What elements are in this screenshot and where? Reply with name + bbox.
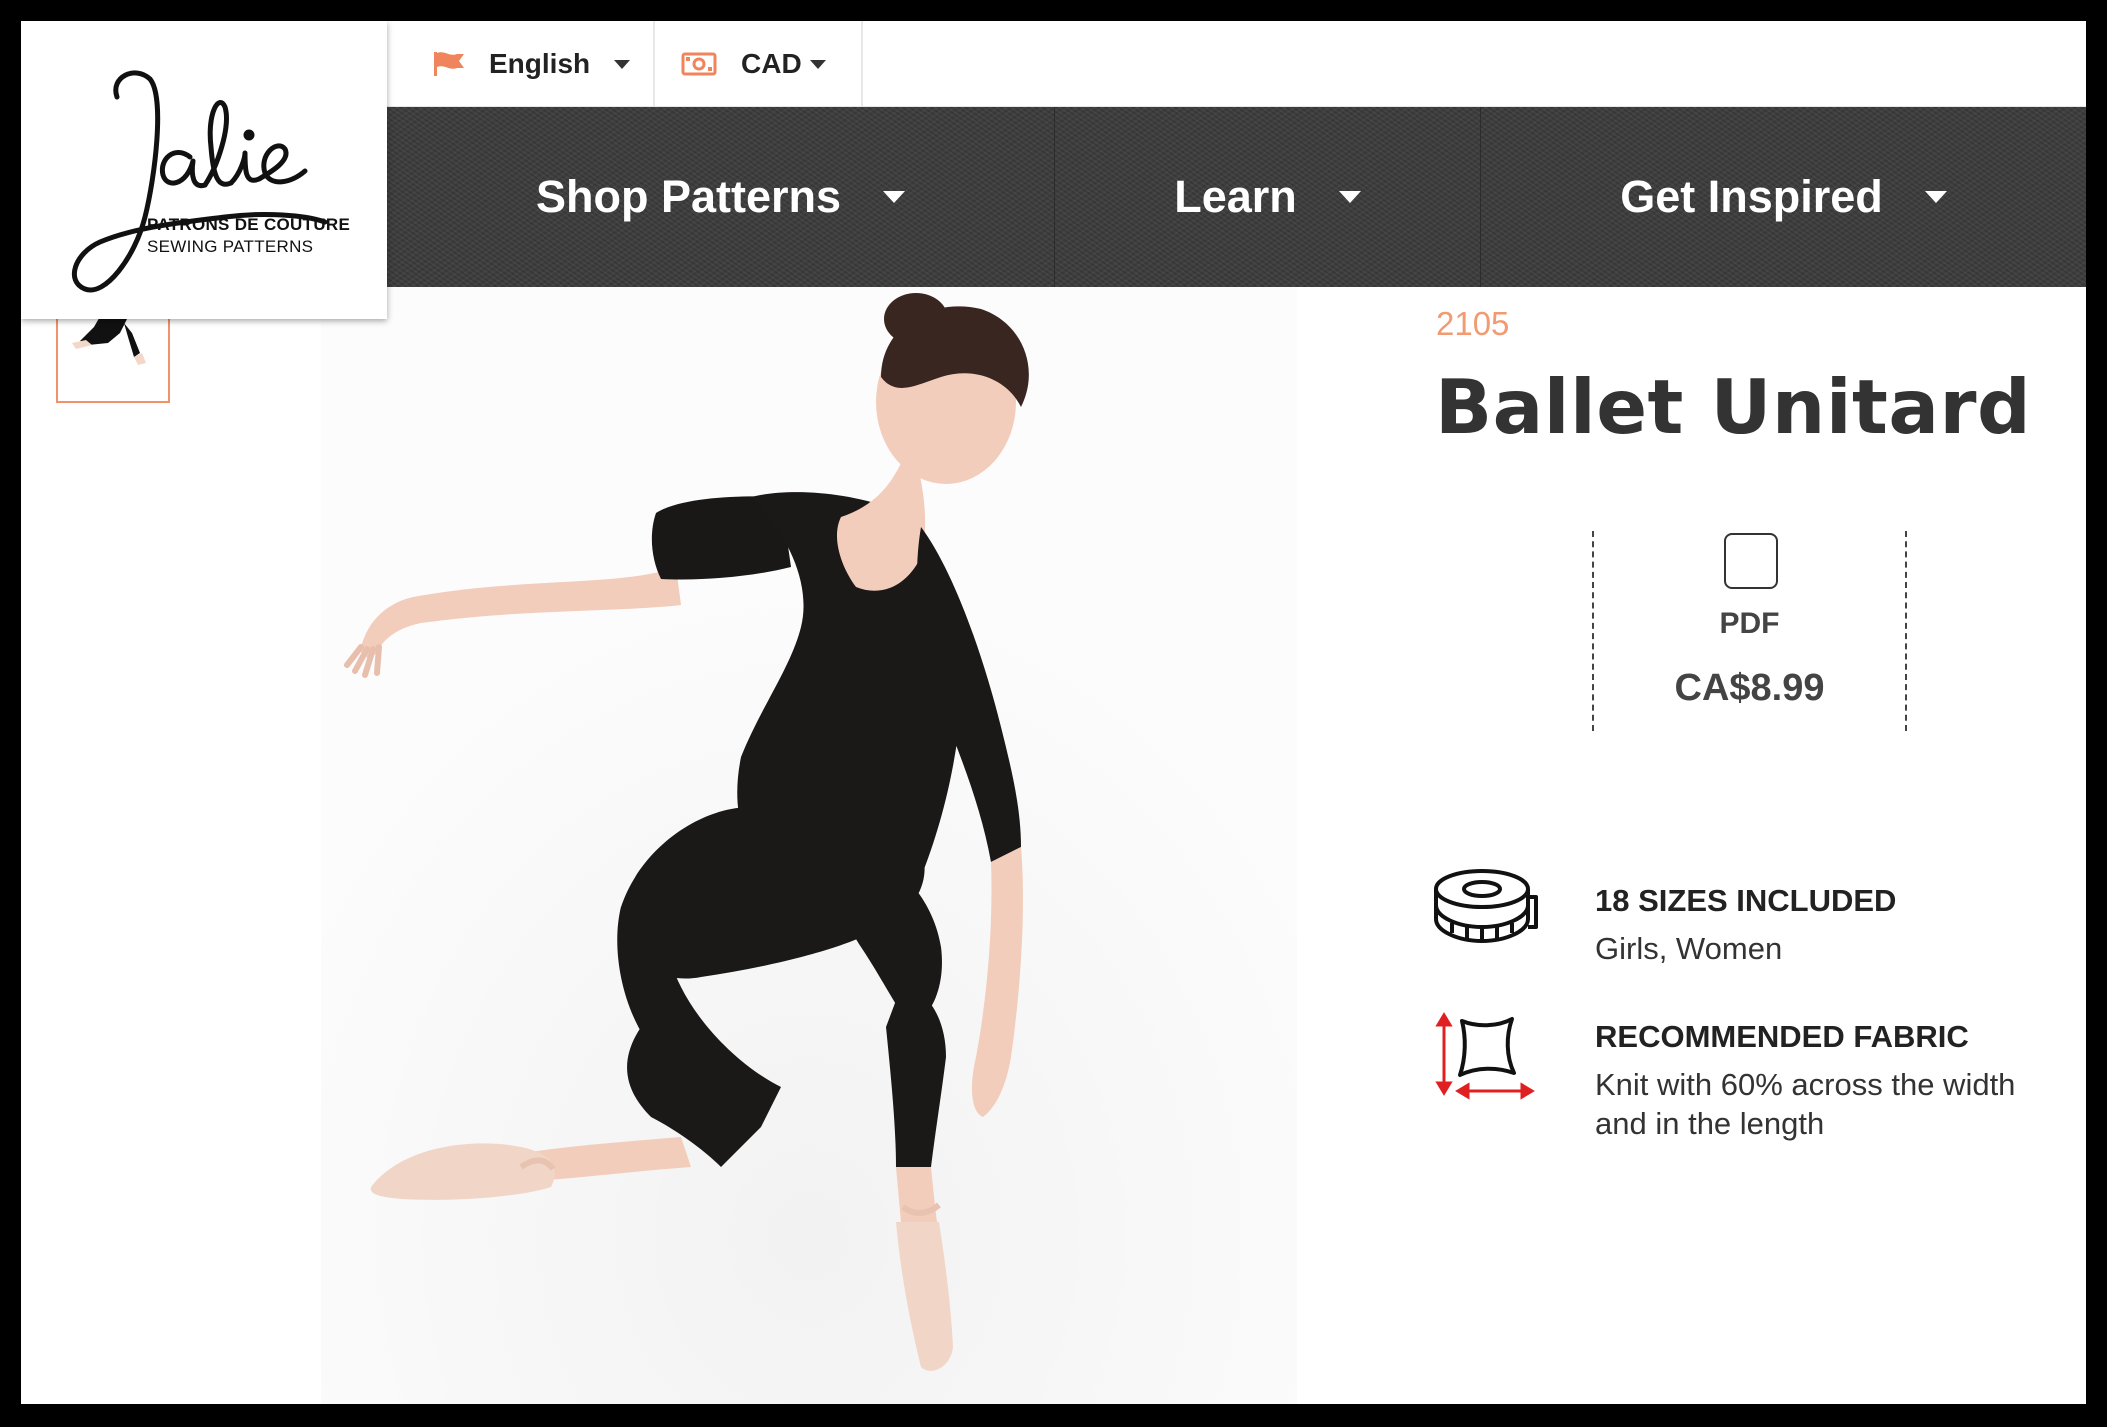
price: CA$8.99 xyxy=(1674,667,1825,709)
site-logo[interactable]: PATRONS DE COUTURE SEWING PATTERNS xyxy=(21,21,387,319)
stretch-fabric-icon xyxy=(1435,1012,1535,1100)
chevron-down-icon xyxy=(809,59,826,69)
nav-learn[interactable]: Learn xyxy=(1054,107,1480,287)
utility-bar: English CAD xyxy=(387,21,2086,107)
currency-select[interactable]: CAD xyxy=(655,21,863,107)
dancer-illustration xyxy=(321,287,1297,1404)
feature-title: 18 SIZES INCLUDED xyxy=(1595,883,1897,918)
logo-tagline-english: SEWING PATTERNS xyxy=(147,237,314,256)
banknote-icon xyxy=(681,52,717,76)
chevron-down-icon xyxy=(1338,191,1361,203)
logo-tagline-french: PATRONS DE COUTURE xyxy=(147,215,351,234)
feature-text: Knit with 60% across the width and in th… xyxy=(1595,1067,2016,1141)
pdf-checkbox[interactable] xyxy=(1724,533,1778,589)
measuring-tape-icon xyxy=(1434,869,1538,943)
currency-label: CAD xyxy=(741,48,802,79)
product-title: Ballet Unitard xyxy=(1435,363,2032,451)
page: PATRONS DE COUTURE SEWING PATTERNS Engli… xyxy=(21,21,2086,1404)
main-nav: Shop Patterns Learn Get Inspired xyxy=(387,107,2086,287)
format-option-pdf[interactable]: PDF CA$8.99 xyxy=(1592,531,1907,731)
feature-title: RECOMMENDED FABRIC xyxy=(1595,1019,1969,1054)
format-label: PDF xyxy=(1719,607,1780,640)
language-select[interactable]: English xyxy=(387,21,655,107)
nav-shop-patterns[interactable]: Shop Patterns xyxy=(387,107,1054,287)
nav-label: Learn xyxy=(1174,171,1297,222)
language-label: English xyxy=(489,48,591,79)
chevron-down-icon xyxy=(1924,191,1947,203)
product-sku: 2105 xyxy=(1436,305,1510,342)
chevron-down-icon xyxy=(614,59,631,69)
nav-get-inspired[interactable]: Get Inspired xyxy=(1480,107,2086,287)
feature-text: Girls, Women xyxy=(1595,931,1783,966)
jalie-logo-script xyxy=(71,70,328,293)
nav-label: Shop Patterns xyxy=(535,171,842,222)
flag-icon xyxy=(434,52,464,76)
chevron-down-icon xyxy=(883,191,906,203)
product-photo xyxy=(321,287,1297,1404)
nav-label: Get Inspired xyxy=(1620,171,1883,222)
